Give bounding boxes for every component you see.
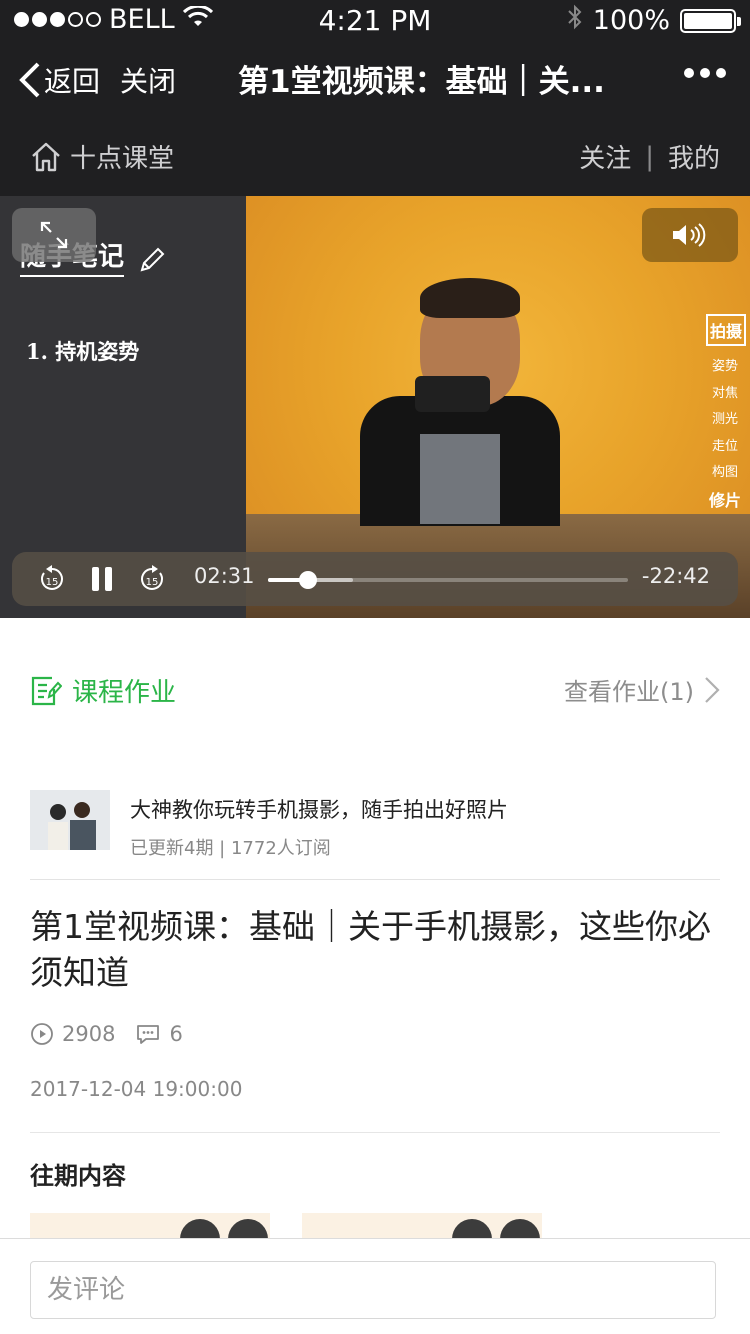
- homework-link[interactable]: 课程作业: [30, 672, 176, 709]
- remaining-time: -22:42: [641, 564, 710, 588]
- comment-icon: [137, 1025, 160, 1044]
- battery-percent: 100%: [592, 5, 670, 36]
- homework-row: 课程作业 查看作业(1): [30, 668, 720, 712]
- account-bar: 十点课堂 关注 | 我的: [0, 116, 750, 196]
- chevron-left-icon: [19, 62, 40, 98]
- forward-seconds: 15: [146, 577, 159, 588]
- past-episode-card[interactable]: [30, 1213, 270, 1239]
- past-episode-card[interactable]: [302, 1213, 542, 1239]
- course-title: 大神教你玩转手机摄影，随手拍出好照片: [130, 798, 508, 822]
- past-episode-image: [180, 1219, 220, 1239]
- note-item: 1. 持机姿势: [26, 339, 140, 364]
- more-options-icon[interactable]: [684, 68, 726, 78]
- rewind-seconds: 15: [46, 577, 59, 588]
- course-thumbnail: [30, 790, 110, 850]
- notepad-edit-icon: [31, 676, 62, 705]
- battery-icon: [680, 8, 741, 33]
- past-episode-image: [228, 1219, 268, 1239]
- past-episode-image: [500, 1219, 540, 1239]
- rewind-15-button[interactable]: 15: [38, 563, 66, 599]
- view-homework-label: 查看作业(1): [564, 678, 694, 706]
- play-icon: [31, 1023, 53, 1045]
- status-bar: BELL 4:21 PM 100%: [0, 0, 750, 40]
- divider: |: [645, 141, 654, 172]
- back-label: 返回: [44, 65, 101, 98]
- presenter-shirt: [420, 434, 500, 524]
- current-time: 02:31: [194, 564, 255, 588]
- comment-count[interactable]: 6: [135, 1022, 183, 1046]
- home-link[interactable]: 十点课堂: [30, 138, 174, 175]
- course-card[interactable]: 大神教你玩转手机摄影，随手拍出好照片 已更新4期 | 1772人订阅: [30, 790, 720, 880]
- home-label: 十点课堂: [70, 144, 175, 174]
- side-menu-item: 构图: [711, 465, 738, 480]
- chevron-right-icon: [705, 676, 720, 703]
- bluetooth-icon: [567, 4, 583, 37]
- fullscreen-button[interactable]: [12, 208, 96, 262]
- past-episodes-list: [30, 1213, 750, 1239]
- side-menu-item: 姿势: [711, 359, 738, 374]
- page-title: 第1堂视频课：基础｜关...: [238, 64, 605, 100]
- presenter-phone: [415, 376, 490, 412]
- homework-label: 课程作业: [72, 678, 177, 708]
- side-menu-item: 对焦: [711, 385, 738, 401]
- progress-slider[interactable]: [268, 571, 628, 589]
- mine-link[interactable]: 我的: [668, 138, 720, 175]
- home-icon: [32, 142, 60, 171]
- side-menu-head: 拍摄: [706, 314, 746, 346]
- comment-count-value: 6: [169, 1022, 183, 1046]
- pause-button[interactable]: [90, 565, 114, 597]
- article-title: 第1堂视频课：基础｜关于手机摄影，这些你必须知道: [30, 907, 711, 992]
- expand-icon: [40, 221, 68, 249]
- view-homework-button[interactable]: 查看作业(1): [564, 672, 720, 707]
- section-divider: [30, 1132, 720, 1133]
- course-meta: 已更新4期 | 1772人订阅: [130, 838, 331, 859]
- status-right: 100%: [567, 4, 741, 37]
- side-menu-last: 修片: [708, 490, 741, 510]
- publish-date: 2017-12-04 19:00:00: [30, 1077, 243, 1101]
- volume-button[interactable]: [642, 208, 738, 262]
- back-button[interactable]: 返回: [18, 60, 100, 100]
- side-menu-item: 走位: [711, 438, 738, 454]
- comment-bar: [0, 1238, 750, 1334]
- follow-link[interactable]: 关注: [579, 138, 631, 175]
- scrubber-handle[interactable]: [298, 571, 317, 589]
- comment-input[interactable]: [30, 1261, 716, 1319]
- close-button[interactable]: 关闭: [120, 60, 176, 100]
- follow-mine-links: 关注 | 我的: [579, 138, 720, 175]
- nav-bar: 返回 关闭 第1堂视频课：基础｜关...: [0, 40, 750, 116]
- forward-icon: 15: [141, 565, 163, 590]
- rewind-icon: 15: [41, 565, 63, 590]
- past-episodes-title: 往期内容: [30, 1162, 126, 1190]
- article-stats: 2908 6: [30, 1022, 183, 1046]
- pause-icon: [92, 567, 112, 591]
- past-episode-image: [452, 1219, 492, 1239]
- presenter-hair: [420, 278, 520, 318]
- side-menu-item: 测光: [711, 412, 738, 427]
- play-count: 2908: [30, 1022, 115, 1046]
- video-player[interactable]: 随手笔记 1. 持机姿势 拍摄 姿势 对焦 测光 走位 构图 修片 15: [0, 196, 750, 618]
- play-count-value: 2908: [62, 1022, 116, 1046]
- forward-15-button[interactable]: 15: [138, 563, 166, 599]
- speaker-icon: [673, 223, 706, 247]
- video-side-menu: 拍摄 姿势 对焦 测光 走位 构图 修片: [700, 314, 750, 515]
- playback-controls: 15 15 02:31 -22:42: [12, 552, 738, 606]
- pencil-icon: [140, 247, 165, 272]
